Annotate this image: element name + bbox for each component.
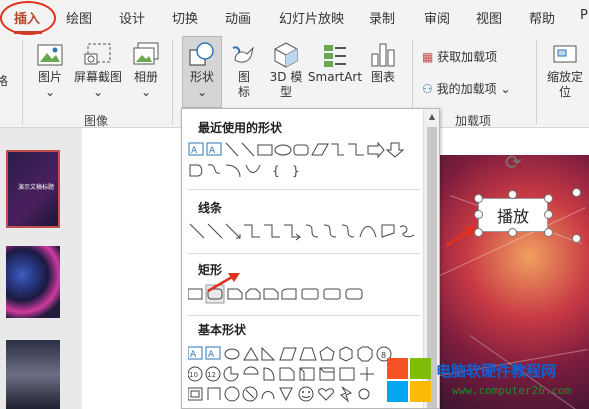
get-addins-button[interactable]: ▦ 获取加载项 <box>422 48 497 65</box>
chart-button[interactable]: 图表 <box>364 40 402 85</box>
annotation-circle <box>0 1 56 35</box>
resize-handle[interactable] <box>474 210 483 219</box>
slide-thumbnail-panel: 演示文稿标题 <box>0 128 82 409</box>
group-label-images: 图像 <box>84 114 109 128</box>
section-basic-shapes: 基本形状 <box>198 323 247 337</box>
chevron-down-icon: ⌄ <box>500 82 511 96</box>
play-shape[interactable]: 播放 <box>478 198 548 232</box>
zoom-icon <box>553 45 577 63</box>
separator <box>536 40 537 124</box>
recent-shapes-row-2[interactable]: { } <box>188 161 424 179</box>
watermark-url: www.computer26.com <box>452 384 572 397</box>
tab-slideshow[interactable]: 幻灯片放映 <box>279 8 344 27</box>
tab-review[interactable]: 审阅 <box>424 8 450 27</box>
icons-label-line2: 标 <box>237 85 250 99</box>
screenshot-icon <box>84 43 111 65</box>
separator <box>172 40 173 124</box>
picture-button[interactable]: 图片 ⌄ <box>30 40 70 100</box>
ribbon-cut-label: 格 <box>0 74 9 88</box>
chevron-down-icon: ⌄ <box>196 85 208 99</box>
3d-models-button[interactable]: 3D 模 型 <box>264 40 308 100</box>
resize-handle[interactable] <box>544 194 553 203</box>
rotate-handle-icon[interactable]: ⟳ <box>505 150 522 174</box>
shapes-label: 形状 <box>189 70 214 84</box>
album-label: 相册 <box>133 70 158 84</box>
recent-shapes-row-1[interactable]: A A <box>188 141 424 159</box>
shapes-icon <box>189 42 214 66</box>
picture-label: 图片 <box>37 70 62 84</box>
smartart-button[interactable]: SmartArt <box>307 40 363 85</box>
chart-icon <box>371 43 395 67</box>
ribbon-tab-bar: 插入 绘图 设计 切换 动画 幻灯片放映 录制 审阅 视图 帮助 P <box>0 0 589 36</box>
3d-label-line1: 3D 模 <box>269 70 303 84</box>
addin-icon: ⚇ <box>422 82 433 96</box>
svg-text:A: A <box>209 146 216 156</box>
tab-record[interactable]: 录制 <box>369 8 395 27</box>
slide-thumbnail-3[interactable] <box>6 340 60 409</box>
section-divider <box>188 253 420 254</box>
cube-icon <box>274 42 298 68</box>
tab-animations[interactable]: 动画 <box>225 8 251 27</box>
separator <box>22 40 23 124</box>
slide-thumbnail-title: 演示文稿标题 <box>18 184 55 191</box>
svg-text:{: { <box>272 164 280 178</box>
smartart-label: SmartArt <box>307 70 363 84</box>
svg-text:A: A <box>208 350 215 360</box>
section-recent-shapes: 最近使用的形状 <box>198 121 283 135</box>
lines-row[interactable] <box>188 221 424 241</box>
my-addins-button[interactable]: ⚇ 我的加载项 ⌄ <box>422 80 511 97</box>
chevron-down-icon: ⌄ <box>92 85 104 99</box>
screenshot-label: 屏幕截图 <box>73 70 122 84</box>
screenshot-button[interactable]: 屏幕截图 ⌄ <box>70 40 126 100</box>
slide-thumbnail-1[interactable]: 演示文稿标题 <box>6 150 60 228</box>
tab-design[interactable]: 设计 <box>119 8 145 27</box>
slide-thumbnail-2[interactable] <box>6 246 60 318</box>
picture-icon <box>37 44 63 66</box>
section-divider <box>188 315 420 316</box>
photo-album-icon <box>133 42 159 65</box>
section-divider <box>188 189 420 190</box>
my-addins-label: 我的加载项 <box>436 82 497 96</box>
resize-handle[interactable] <box>474 194 483 203</box>
photo-album-button[interactable]: 相册 ⌄ <box>126 40 166 100</box>
svg-text:A: A <box>191 146 198 156</box>
resize-handle[interactable] <box>572 234 581 243</box>
watermark-title: 电脑软硬件教程网 <box>436 362 557 380</box>
icons-button[interactable]: 图 标 <box>226 40 262 100</box>
zoom-button[interactable]: 缩放定 位 <box>540 40 589 100</box>
chevron-down-icon: ⌄ <box>140 85 152 99</box>
annotation-arrow-icon <box>445 227 476 248</box>
svg-text:10: 10 <box>189 371 198 379</box>
icons-label-line1: 图 <box>237 70 250 84</box>
scroll-up-arrow-icon[interactable]: ▲ <box>426 111 438 123</box>
annotation-arrow-icon <box>207 273 240 293</box>
tab-draw[interactable]: 绘图 <box>66 8 92 27</box>
store-icon: ▦ <box>422 50 434 64</box>
tab-more[interactable]: P <box>580 8 588 23</box>
svg-text:}: } <box>292 164 300 178</box>
tab-view[interactable]: 视图 <box>476 8 502 27</box>
svg-text:A: A <box>190 350 197 360</box>
play-shape-text: 播放 <box>496 207 529 226</box>
resize-handle[interactable] <box>572 188 581 197</box>
resize-handle[interactable] <box>544 228 553 237</box>
zoom-label-line1: 缩放定 <box>546 70 583 84</box>
group-label-addins: 加载项 <box>455 114 492 128</box>
chevron-down-icon: ⌄ <box>44 85 56 99</box>
3d-label-line2: 型 <box>279 85 292 99</box>
smartart-icon <box>324 45 346 67</box>
windows-logo-icon <box>387 358 431 402</box>
get-addins-label: 获取加载项 <box>437 50 498 64</box>
tab-help[interactable]: 帮助 <box>529 8 555 27</box>
tab-transitions[interactable]: 切换 <box>172 8 198 27</box>
bird-icon <box>232 46 254 63</box>
shapes-button[interactable]: 形状 ⌄ <box>182 40 222 100</box>
chart-label: 图表 <box>370 70 395 84</box>
section-lines: 线条 <box>198 201 223 215</box>
resize-handle[interactable] <box>508 228 517 237</box>
svg-text:12: 12 <box>207 371 216 379</box>
zoom-label-line2: 位 <box>558 85 571 99</box>
resize-handle[interactable] <box>544 210 553 219</box>
resize-handle[interactable] <box>508 190 517 199</box>
